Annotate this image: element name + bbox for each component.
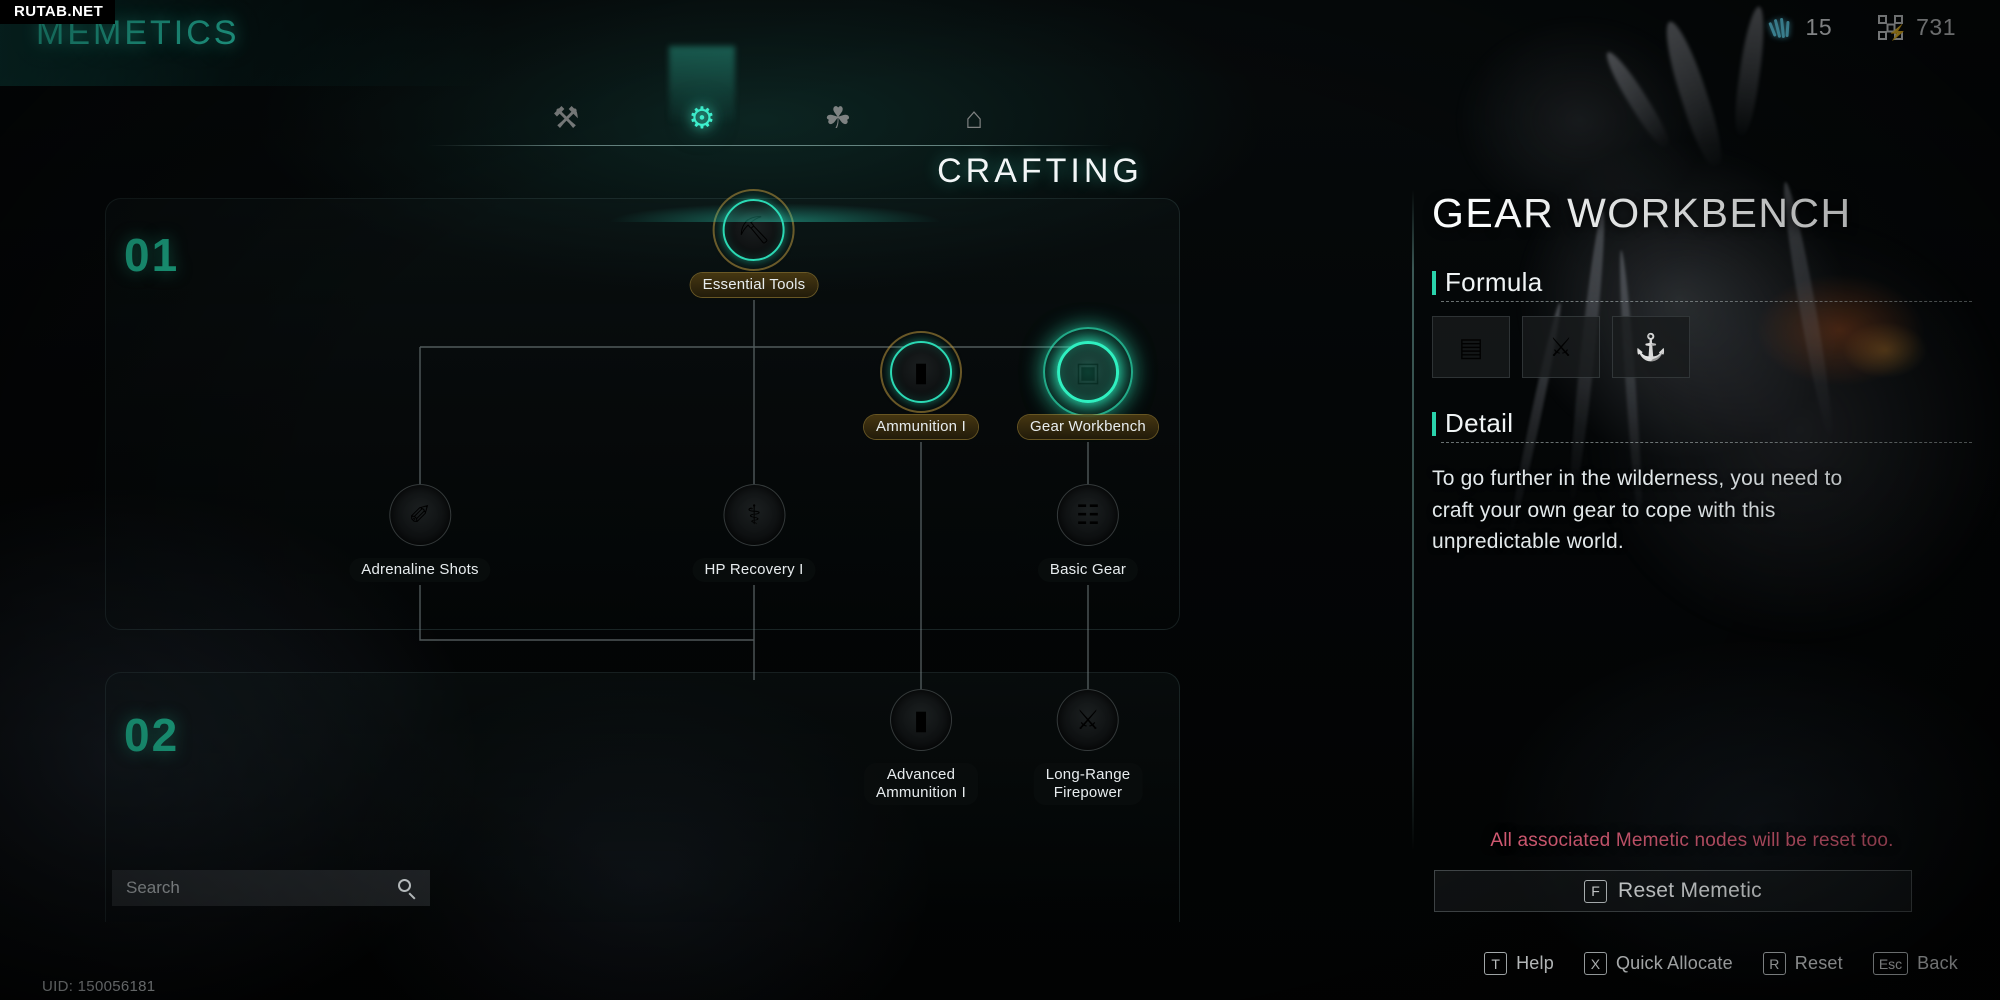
memetic-point-icon: ⚡	[1878, 15, 1903, 40]
node-label: AdvancedAmmunition I	[864, 763, 978, 805]
node-basic-gear[interactable]: ☷ Basic Gear	[1038, 484, 1138, 582]
gear-workbench-icon: ▣	[1075, 359, 1101, 386]
node-label: Gear Workbench	[1018, 415, 1158, 439]
workbench-icon: ⚙	[689, 104, 716, 134]
rifle-icon: ⚔	[1076, 707, 1100, 734]
memetics-screen: RUTAB.NET MEMETICS 15 ⚡ 731 ⚒	[0, 0, 2000, 1000]
detail-divider	[1412, 190, 1414, 850]
dashed-rule	[1441, 442, 1972, 443]
node-label: Long-RangeFirepower	[1034, 763, 1143, 805]
currency-shard: 15	[1767, 14, 1833, 41]
tab-crafting[interactable]: ⚙	[656, 72, 748, 140]
formula-slot-2[interactable]: ⚔	[1522, 316, 1600, 378]
node-advanced-ammunition-1[interactable]: ▮ AdvancedAmmunition I	[864, 689, 978, 805]
tool-thumb-icon: ⚓	[1635, 332, 1667, 363]
node-label: Adrenaline Shots	[349, 558, 490, 582]
node-adrenaline-shots[interactable]: ✐ Adrenaline Shots	[349, 484, 490, 582]
plant-icon: ☘	[825, 104, 852, 134]
accent-bar	[1432, 271, 1436, 295]
node-ring: ▮	[890, 341, 952, 403]
medkit-icon: ⚕	[747, 502, 762, 529]
workbench-thumb-icon: ▤	[1459, 332, 1484, 363]
reset-memetic-label: Reset Memetic	[1618, 879, 1762, 903]
ammunition-icon: ▮	[914, 359, 929, 386]
tab-building[interactable]: ⌂	[928, 72, 1020, 140]
node-label: HP Recovery I	[692, 558, 815, 582]
keycap-r: R	[1763, 952, 1786, 975]
keycap-t: T	[1484, 952, 1507, 975]
node-essential-tools[interactable]: ⛏ Essential Tools	[691, 199, 818, 297]
hotkey-bar: T Help X Quick Allocate R Reset Esc Back	[1484, 952, 1958, 975]
node-label: Essential Tools	[691, 273, 818, 297]
node-ring: ⚕	[723, 484, 785, 546]
keycap-f: F	[1584, 880, 1607, 903]
node-ammunition-1[interactable]: ▮ Ammunition I	[864, 341, 978, 439]
dashed-rule	[1441, 301, 1972, 302]
currency-bar: 15 ⚡ 731	[1767, 14, 1956, 41]
node-long-range-firepower[interactable]: ⚔ Long-RangeFirepower	[1034, 689, 1143, 805]
tier-label-01: 01	[124, 228, 179, 282]
search-box[interactable]	[112, 870, 430, 906]
house-icon: ⌂	[965, 104, 983, 134]
hotkey-reset[interactable]: R Reset	[1763, 952, 1843, 975]
tab-farming[interactable]: ☘	[792, 72, 884, 140]
hotkey-back[interactable]: Esc Back	[1873, 952, 1958, 975]
formula-slot-3[interactable]: ⚓	[1612, 316, 1690, 378]
tier-label-02: 02	[124, 708, 179, 762]
category-title-wrap: CRAFTING	[0, 152, 2000, 191]
currency-memetic-point: ⚡ 731	[1878, 14, 1956, 41]
node-label: Basic Gear	[1038, 558, 1138, 582]
node-ring: ▣	[1057, 341, 1119, 403]
node-ring: ▮	[890, 689, 952, 751]
detail-description: To go further in the wilderness, you nee…	[1432, 463, 1882, 558]
accent-bar	[1432, 412, 1436, 436]
hotkey-help[interactable]: T Help	[1484, 952, 1554, 975]
node-hp-recovery-1[interactable]: ⚕ HP Recovery I	[692, 484, 815, 582]
memetic-point-value: 731	[1916, 14, 1956, 41]
shard-value: 15	[1806, 14, 1833, 41]
weapon-thumb-icon: ⚔	[1549, 332, 1572, 363]
category-title: CRAFTING	[937, 152, 1143, 191]
hotkey-quick-allocate[interactable]: X Quick Allocate	[1584, 952, 1733, 975]
weapon-icon: ⚒	[553, 104, 580, 134]
node-ring: ✐	[389, 484, 451, 546]
keycap-x: X	[1584, 952, 1607, 975]
pickaxe-icon: ⛏	[737, 217, 771, 244]
category-tabs: ⚒ ⚙ ☘ ⌂	[520, 68, 1020, 140]
watermark: RUTAB.NET	[0, 0, 115, 24]
node-ring: ⛏	[723, 199, 785, 261]
formula-slot-1[interactable]: ▤	[1432, 316, 1510, 378]
search-input[interactable]	[126, 878, 398, 898]
syringe-icon: ✐	[409, 502, 432, 529]
tab-combat[interactable]: ⚒	[520, 72, 612, 140]
tabs-divider	[428, 145, 1113, 146]
node-gear-workbench[interactable]: ▣ Gear Workbench	[1018, 341, 1158, 439]
node-label: Ammunition I	[864, 415, 978, 439]
uid-label: UID: 150056181	[42, 978, 155, 995]
node-ring: ⚔	[1057, 689, 1119, 751]
ammunition-icon: ▮	[914, 707, 929, 734]
shard-icon	[1767, 15, 1793, 41]
formula-heading: Formula	[1432, 267, 1972, 298]
reset-warning: All associated Memetic nodes will be res…	[1432, 830, 1952, 852]
keycap-esc: Esc	[1873, 952, 1908, 975]
detail-title: GEAR WORKBENCH	[1432, 190, 1972, 237]
gear-plate-icon: ☷	[1076, 502, 1100, 529]
detail-panel: GEAR WORKBENCH Formula ▤ ⚔ ⚓ Detail To g…	[1432, 190, 1972, 558]
formula-slots: ▤ ⚔ ⚓	[1432, 316, 1972, 378]
reset-memetic-button[interactable]: F Reset Memetic	[1434, 870, 1912, 912]
detail-heading: Detail	[1432, 408, 1972, 439]
search-icon[interactable]	[398, 879, 416, 897]
node-ring: ☷	[1057, 484, 1119, 546]
